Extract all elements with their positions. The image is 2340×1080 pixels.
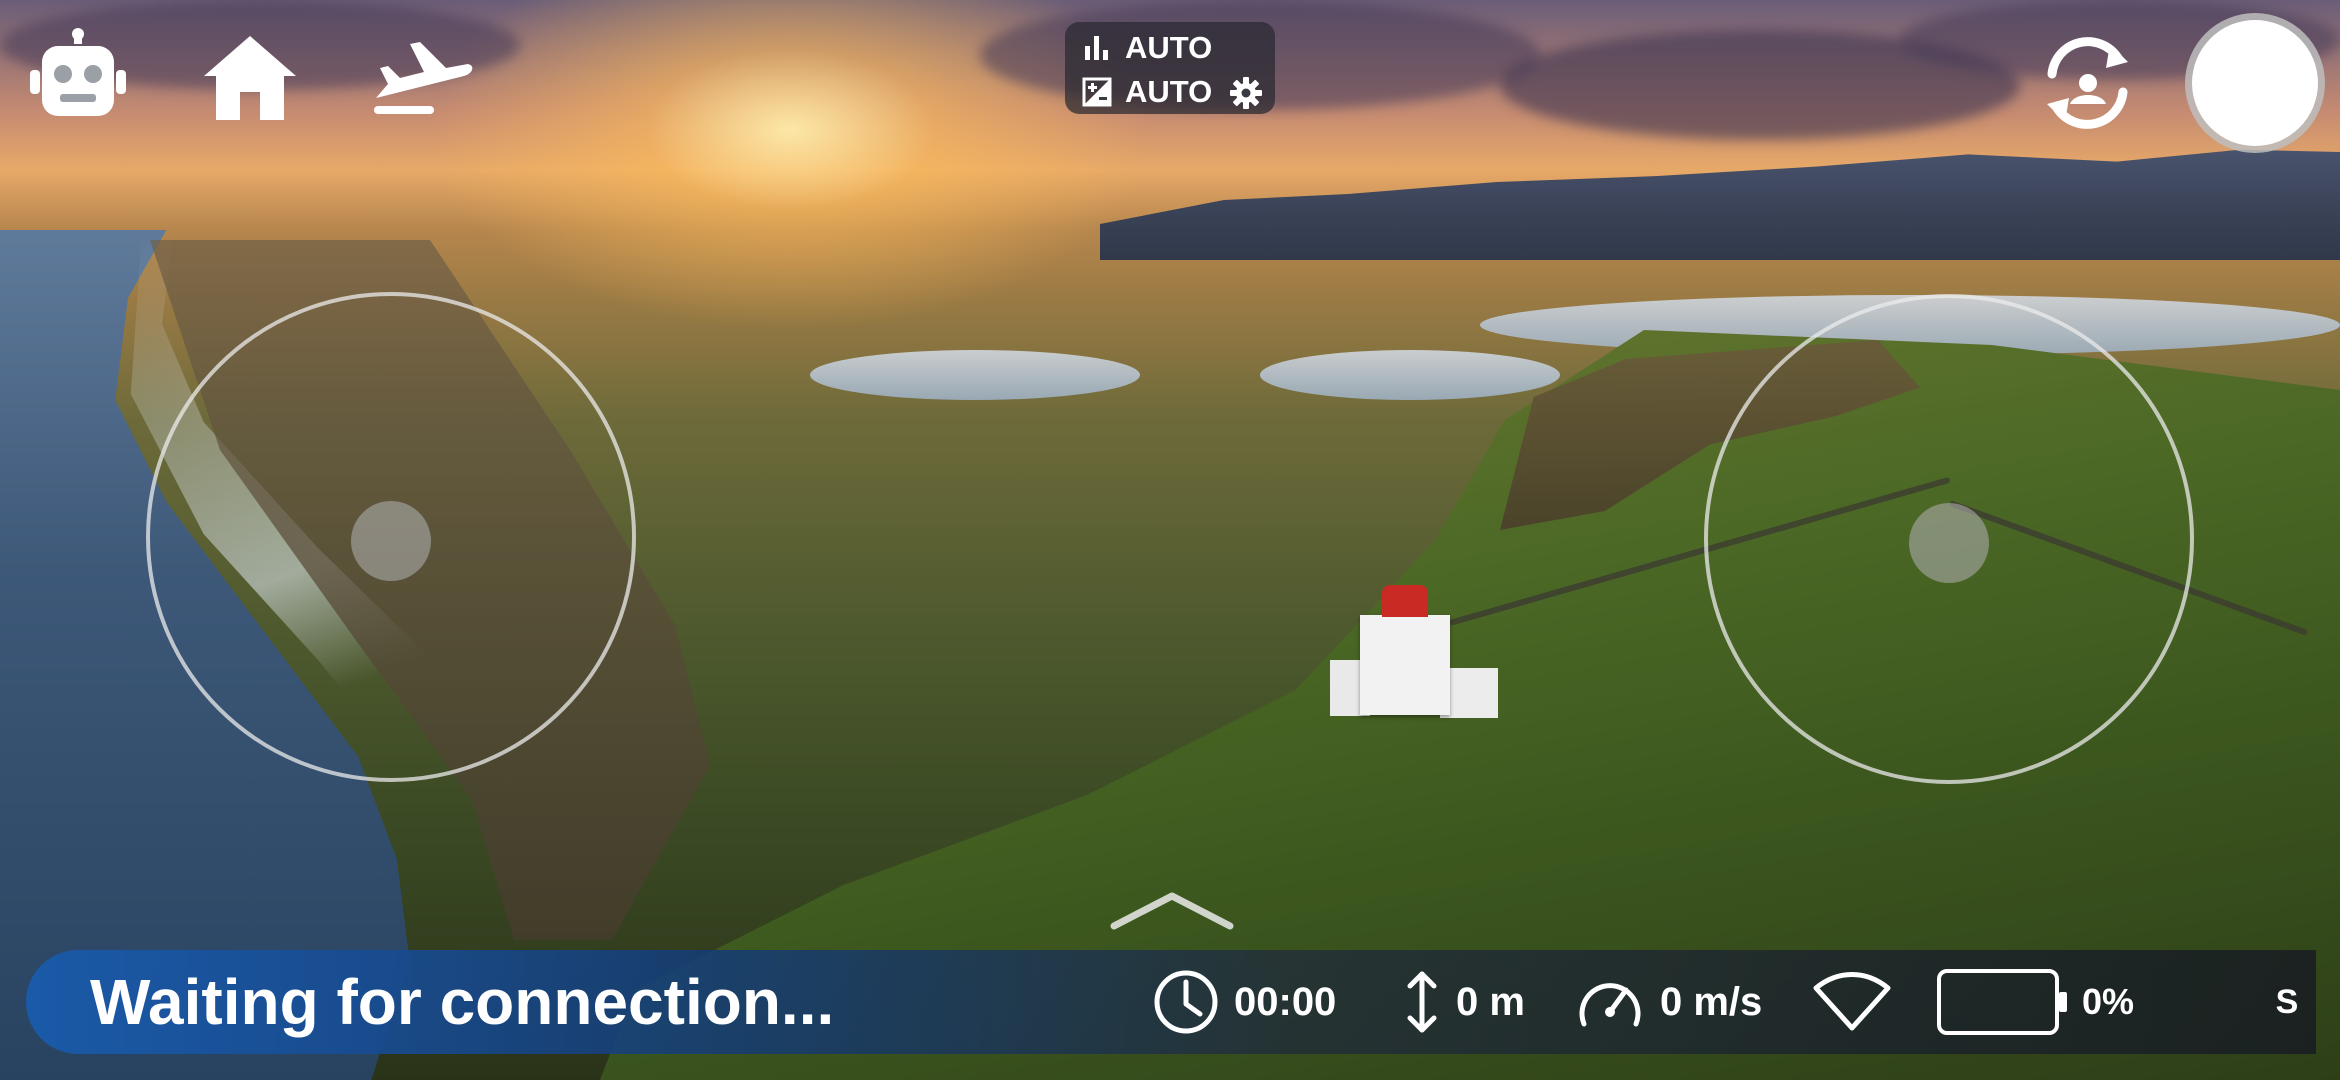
airplane-icon — [374, 42, 473, 114]
exposure-value: AUTO — [1125, 74, 1213, 109]
flight-time-value: 00:00 — [1234, 979, 1337, 1024]
connection-status: Waiting for connection... — [90, 966, 835, 1038]
iso-row[interactable]: AUTO — [1081, 28, 1212, 68]
right-joystick[interactable] — [1704, 294, 2194, 784]
mountains — [1100, 149, 2340, 260]
lighthouse — [1360, 615, 1450, 715]
switch-camera-icon[interactable] — [2030, 28, 2145, 138]
left-joystick-knob[interactable] — [351, 501, 431, 581]
bar-chart-icon — [1085, 36, 1108, 60]
home-button[interactable] — [200, 28, 300, 128]
iso-value: AUTO — [1125, 30, 1213, 65]
flight-time: 00:00 — [1152, 950, 1336, 1054]
robot-icon — [30, 28, 126, 116]
flight-mode-indicator[interactable]: S — [2232, 950, 2316, 1054]
lake — [1260, 350, 1560, 400]
wifi-icon — [1813, 972, 1891, 1031]
signal-strength — [1812, 950, 1892, 1054]
gear-icon[interactable] — [1229, 76, 1263, 110]
speedometer-icon — [1579, 983, 1641, 1027]
battery: 0% — [1936, 950, 2134, 1054]
battery-icon — [1937, 969, 2067, 1035]
battery-percent: 0% — [2082, 981, 2135, 1022]
exposure-row[interactable]: AUTO — [1081, 72, 1212, 112]
robot-mode-button[interactable] — [28, 28, 128, 128]
home-icon — [204, 36, 296, 120]
flight-mode-button[interactable] — [368, 28, 478, 128]
speed-value: 0 m/s — [1660, 979, 1763, 1024]
lake — [810, 350, 1140, 400]
altitude: 0 m — [1402, 950, 1525, 1054]
left-joystick[interactable] — [146, 292, 636, 782]
right-joystick-knob[interactable] — [1909, 503, 1989, 583]
clock-icon — [1154, 970, 1218, 1034]
drone-controller-screen: AUTO AUTO Waiting for connection... 00:0… — [0, 0, 2340, 1080]
exposure-icon — [1082, 77, 1112, 107]
speed: 0 m/s — [1574, 950, 1762, 1054]
camera-settings-panel[interactable]: AUTO AUTO — [1065, 22, 1275, 114]
status-bar: Waiting for connection... 00:00 0 m 0 m/ — [26, 950, 2316, 1054]
altitude-value: 0 m — [1456, 979, 1525, 1024]
lighthouse-lantern — [1382, 585, 1428, 617]
record-button[interactable] — [2192, 20, 2318, 146]
vertical-arrows-icon — [1407, 971, 1437, 1033]
chevron-up-icon[interactable] — [1108, 886, 1236, 936]
